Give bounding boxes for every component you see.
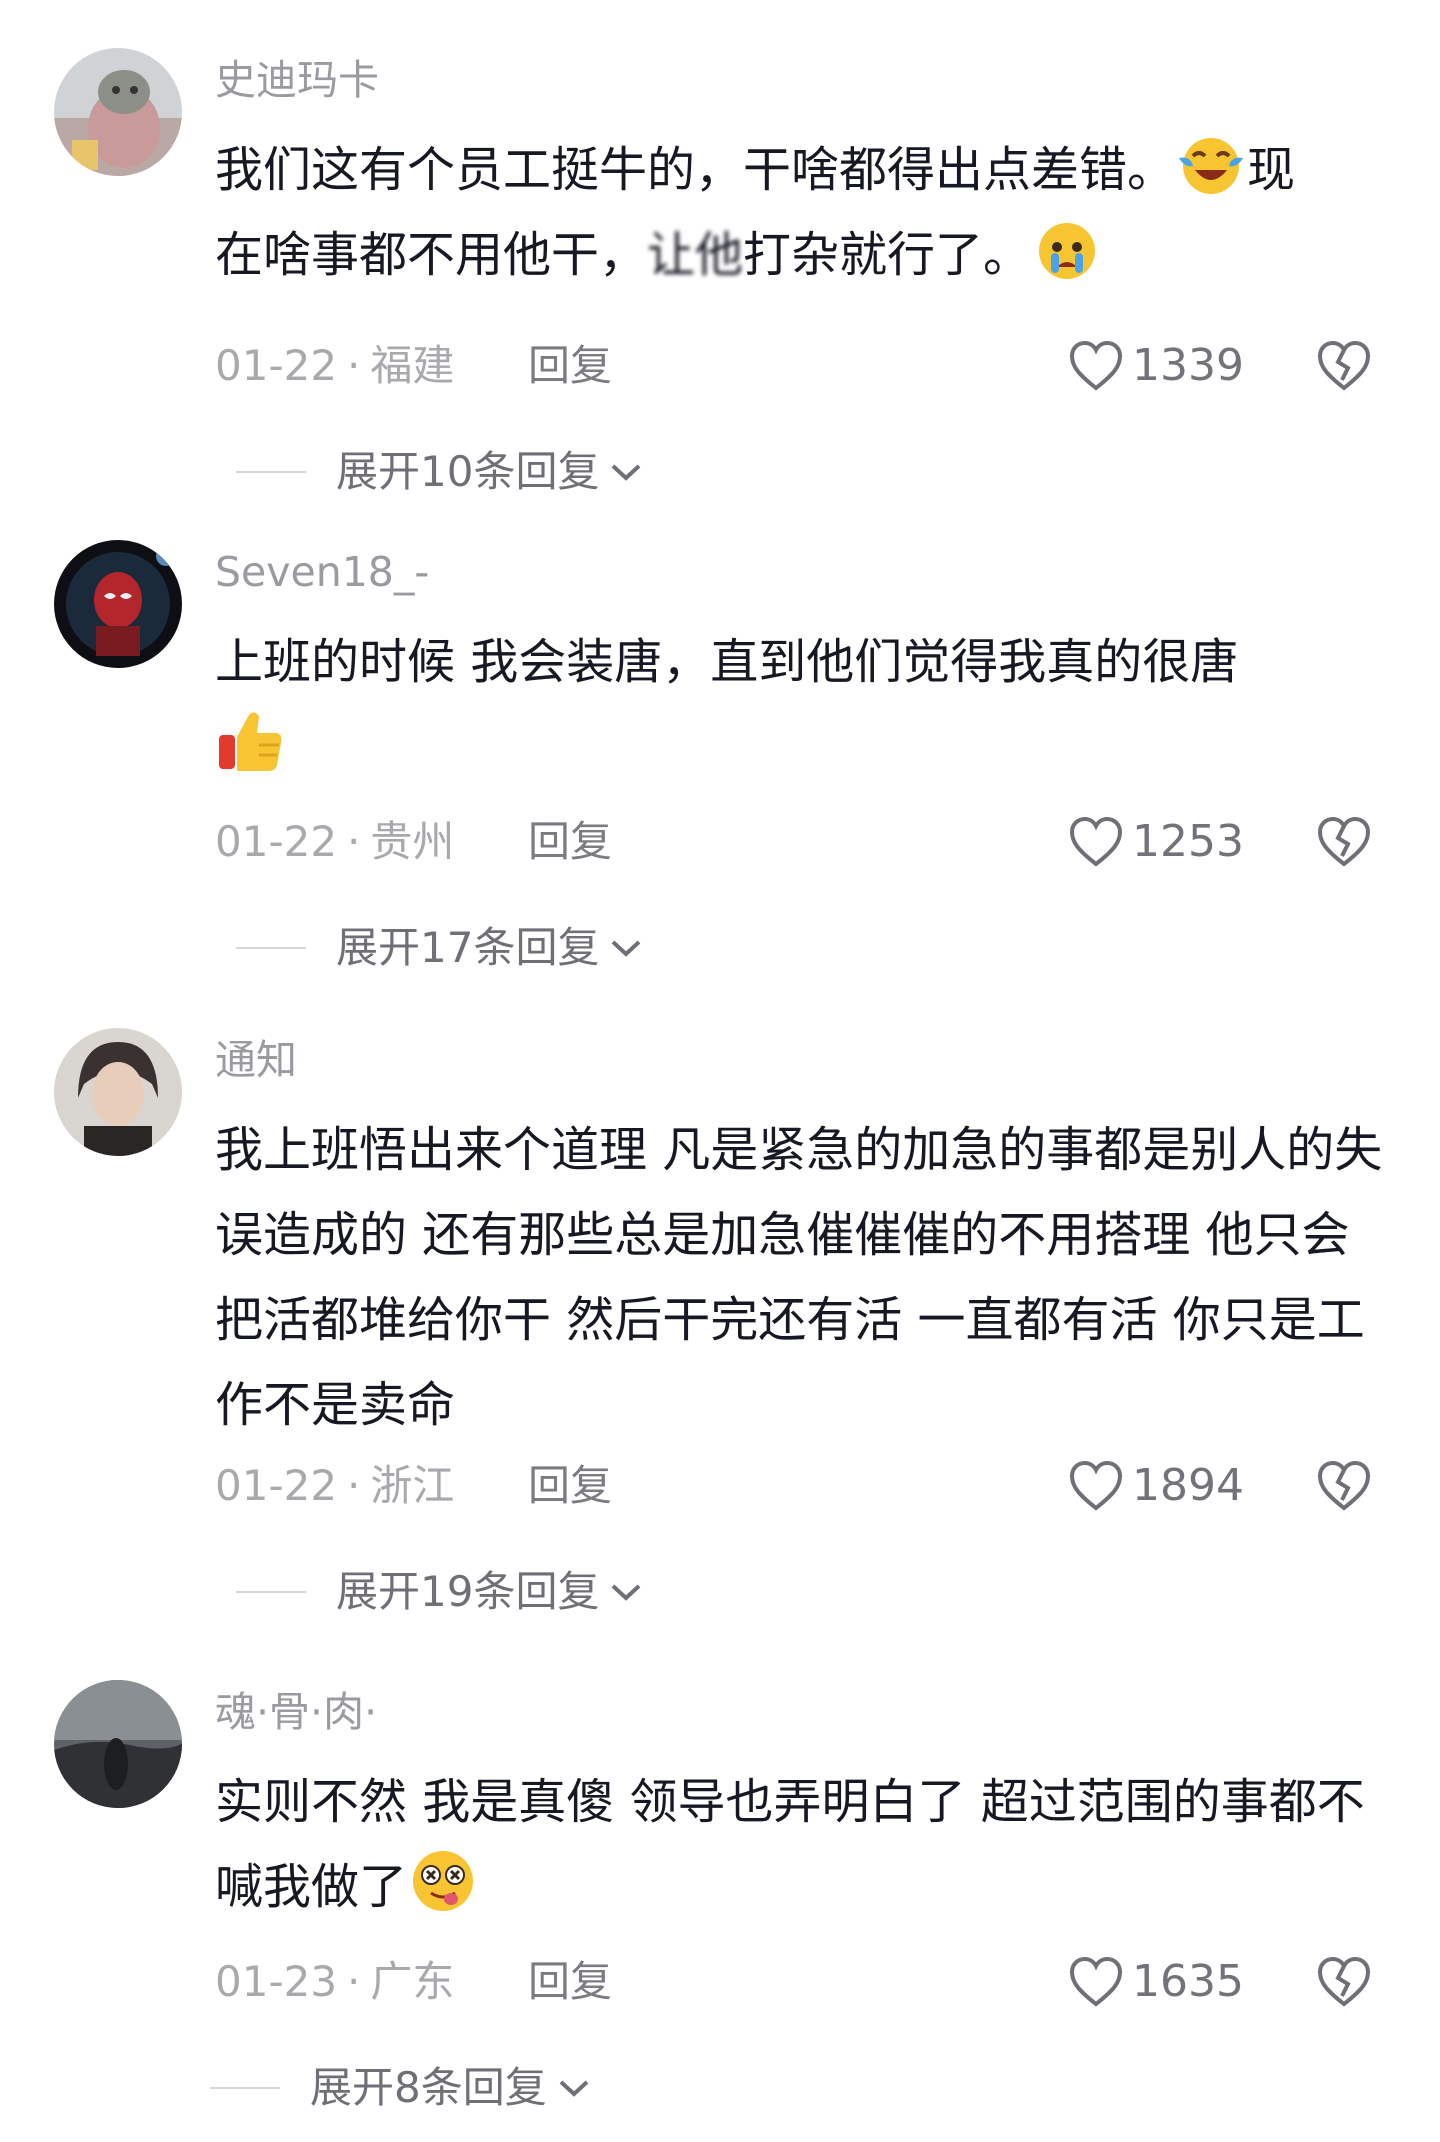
expand-replies[interactable]: 展开10条回复 bbox=[236, 442, 643, 502]
comment-date: 01-22 bbox=[215, 341, 338, 390]
avatar[interactable] bbox=[54, 540, 182, 668]
comment-meta: 01-22 · 浙江 bbox=[215, 1461, 455, 1510]
comment-meta: 01-23 · 广东 bbox=[215, 1957, 455, 2006]
divider bbox=[236, 1591, 306, 1593]
broken-heart-icon bbox=[1317, 816, 1371, 867]
chevron-down-icon bbox=[612, 464, 641, 481]
avatar[interactable] bbox=[54, 1680, 182, 1808]
comment-username[interactable]: 魂·骨·肉· bbox=[215, 1684, 377, 1740]
broken-heart-icon bbox=[1317, 1956, 1371, 2007]
like-button[interactable]: 1253 bbox=[1068, 812, 1248, 872]
dizzy-face-emoji-icon bbox=[407, 1845, 479, 1917]
comment-text-obscured: 让他 bbox=[647, 227, 744, 283]
avatar[interactable] bbox=[54, 1028, 182, 1156]
broken-heart-icon bbox=[1317, 340, 1371, 391]
heart-icon bbox=[1069, 340, 1123, 391]
comment-date: 01-22 bbox=[215, 817, 338, 866]
comment-text-part: 在啥事都不用他干， bbox=[215, 227, 648, 283]
thumbs-up-emoji-icon bbox=[215, 705, 287, 777]
avatar-landscape-icon bbox=[54, 1680, 182, 1808]
comment-location: 广东 bbox=[370, 1957, 455, 2006]
like-button[interactable]: 1635 bbox=[1068, 1952, 1248, 2012]
comment-text: 实则不然 我是真傻 领导也弄明白了 超过范围的事都不喊我做了 bbox=[215, 1760, 1395, 1930]
crying-emoji-icon bbox=[1031, 213, 1103, 285]
comment-text-part: 我们这有个员工挺牛的，干啥都得出点差错。 bbox=[215, 142, 1176, 198]
comment-username[interactable]: 史迪玛卡 bbox=[215, 52, 379, 108]
chevron-down-icon bbox=[612, 1584, 641, 1601]
expand-replies[interactable]: 展开8条回复 bbox=[210, 2058, 591, 2118]
comment-meta: 01-22 · 福建 bbox=[215, 341, 455, 390]
expand-replies-label: 展开17条回复 bbox=[336, 923, 600, 972]
divider bbox=[236, 471, 306, 473]
like-button[interactable]: 1894 bbox=[1068, 1456, 1248, 1516]
crying-laughing-emoji-icon bbox=[1175, 128, 1247, 200]
chevron-down-icon bbox=[559, 2080, 589, 2097]
divider bbox=[236, 947, 306, 949]
expand-replies-label: 展开10条回复 bbox=[336, 447, 600, 496]
comment-location: 贵州 bbox=[370, 817, 455, 866]
divider bbox=[210, 2087, 280, 2089]
reply-button[interactable]: 回复 bbox=[528, 1456, 612, 1516]
comment-text: 上班的时候 我会装唐，直到他们觉得我真的很唐 bbox=[215, 620, 1395, 790]
expand-replies[interactable]: 展开19条回复 bbox=[236, 1562, 643, 1622]
like-count: 1253 bbox=[1132, 816, 1244, 867]
comment-text-part: 打杂就行了。 bbox=[743, 227, 1032, 283]
comment-location: 浙江 bbox=[370, 1461, 455, 1510]
comment-text-part: 现 bbox=[1247, 142, 1296, 198]
comment-username[interactable]: 通知 bbox=[215, 1032, 297, 1088]
expand-replies-label: 展开19条回复 bbox=[336, 1567, 600, 1616]
comment-text-part: 实则不然 我是真傻 领导也弄明白了 超过范围的事都不喊我做了 bbox=[215, 1774, 1365, 1915]
avatar[interactable] bbox=[54, 48, 182, 176]
comment-location: 福建 bbox=[370, 341, 455, 390]
like-count: 1339 bbox=[1132, 340, 1244, 391]
comment-text: 我们这有个员工挺牛的，干啥都得出点差错。 现 在啥事都不用他干，让他打杂就行了。 bbox=[215, 128, 1395, 298]
comment-date: 01-23 bbox=[215, 1957, 338, 2006]
avatar-cat-icon bbox=[54, 48, 182, 176]
like-button[interactable]: 1339 bbox=[1068, 336, 1248, 396]
broken-heart-icon bbox=[1317, 1460, 1371, 1511]
expand-replies-label: 展开8条回复 bbox=[310, 2063, 547, 2112]
heart-icon bbox=[1069, 816, 1123, 867]
avatar-spiderman-icon bbox=[54, 540, 182, 668]
heart-icon bbox=[1069, 1460, 1123, 1511]
dislike-button[interactable] bbox=[1314, 1456, 1374, 1516]
reply-button[interactable]: 回复 bbox=[528, 812, 612, 872]
like-count: 1635 bbox=[1132, 1956, 1244, 2007]
comment-text: 我上班悟出来个道理 凡是紧急的加急的事都是别人的失误造成的 还有那些总是加急催催… bbox=[215, 1122, 1383, 1433]
reply-button[interactable]: 回复 bbox=[528, 1952, 612, 2012]
expand-replies[interactable]: 展开17条回复 bbox=[236, 918, 643, 978]
dislike-button[interactable] bbox=[1314, 1952, 1374, 2012]
dislike-button[interactable] bbox=[1314, 812, 1374, 872]
avatar-person-icon bbox=[54, 1028, 182, 1156]
comment-meta: 01-22 · 贵州 bbox=[215, 817, 455, 866]
reply-button[interactable]: 回复 bbox=[528, 336, 612, 396]
comment-username[interactable]: Seven18_- bbox=[215, 544, 429, 600]
heart-icon bbox=[1069, 1956, 1123, 2007]
comment-text-part: 上班的时候 我会装唐，直到他们觉得我真的很唐 bbox=[215, 634, 1239, 690]
comment-date: 01-22 bbox=[215, 1461, 338, 1510]
like-count: 1894 bbox=[1132, 1460, 1244, 1511]
dislike-button[interactable] bbox=[1314, 336, 1374, 396]
chevron-down-icon bbox=[612, 940, 641, 957]
